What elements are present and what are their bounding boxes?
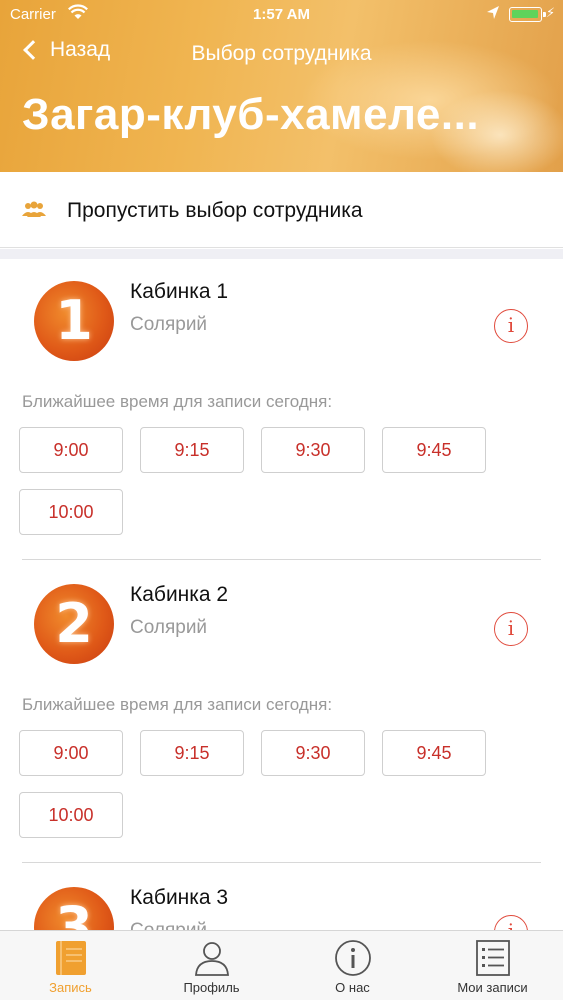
nearest-time-caption: Ближайшее время для записи сегодня: <box>22 695 333 714</box>
employee-name: Кабинка 1 <box>130 280 229 303</box>
time-slot-button[interactable]: 10:00 <box>19 792 123 838</box>
page-title: Загар-клуб-хамеле... <box>22 90 480 139</box>
tab-profile[interactable]: Профиль <box>141 931 282 1000</box>
time-slot-button[interactable]: 9:15 <box>140 427 244 473</box>
employee-role: Солярий <box>130 617 208 638</box>
time-slot-button[interactable]: 9:00 <box>19 730 123 776</box>
employee-name: Кабинка 3 <box>130 886 229 909</box>
clock: 1:57 AM <box>253 6 310 23</box>
skip-employee-label: Пропустить выбор сотрудника <box>67 199 363 222</box>
group-icon <box>22 200 46 220</box>
nav-bar: Назад Выбор сотрудника <box>0 38 563 74</box>
tab-my-bookings[interactable]: Мои записи <box>422 931 563 1000</box>
info-icon[interactable]: i <box>494 915 528 930</box>
nav-title: Выбор сотрудника <box>191 42 372 65</box>
tab-label: Мои записи <box>457 980 528 995</box>
book-icon <box>52 939 90 977</box>
info-icon <box>334 939 372 977</box>
status-bar: Carrier 1:57 AM ⚡ <box>0 0 563 30</box>
info-icon[interactable]: i <box>494 309 528 343</box>
section-gap <box>0 249 563 259</box>
tab-label: О нас <box>335 980 370 995</box>
divider <box>22 559 541 560</box>
tab-label: Профиль <box>183 980 240 995</box>
nearest-time-caption: Ближайшее время для записи сегодня: <box>22 392 333 411</box>
time-slot-button[interactable]: 9:30 <box>261 730 365 776</box>
location-icon <box>486 5 500 25</box>
tab-bar: Запись Профиль О нас Мои записи <box>0 930 563 1000</box>
cabin-number-badge: 1 <box>34 281 114 361</box>
person-icon <box>193 939 231 977</box>
time-slot-button[interactable]: 9:45 <box>382 730 486 776</box>
charging-icon: ⚡ <box>546 5 556 20</box>
time-slot-button[interactable]: 9:30 <box>261 427 365 473</box>
employee-card[interactable]: 3 Кабинка 3 Солярий i <box>0 865 563 930</box>
divider <box>22 862 541 863</box>
header: Carrier 1:57 AM ⚡ Назад Выбор сотрудника… <box>0 0 563 172</box>
employee-card[interactable]: 1 Кабинка 1 Солярий i Ближайшее время дл… <box>0 259 563 561</box>
employee-role: Солярий <box>130 314 208 335</box>
list-icon <box>474 939 512 977</box>
tab-booking[interactable]: Запись <box>0 931 141 1000</box>
employee-name: Кабинка 2 <box>130 583 229 606</box>
time-slot-button[interactable]: 9:15 <box>140 730 244 776</box>
time-slot-button[interactable]: 9:00 <box>19 427 123 473</box>
battery-icon <box>509 7 546 22</box>
time-slot-button[interactable]: 10:00 <box>19 489 123 535</box>
employee-role: Солярий <box>130 920 207 930</box>
tab-about[interactable]: О нас <box>282 931 423 1000</box>
cabin-number-badge: 3 <box>34 887 114 930</box>
skip-employee-row[interactable]: Пропустить выбор сотрудника <box>0 172 563 248</box>
time-slot-button[interactable]: 9:45 <box>382 427 486 473</box>
employee-card[interactable]: 2 Кабинка 2 Солярий i Ближайшее время дл… <box>0 562 563 864</box>
tab-label: Запись <box>49 980 92 995</box>
cabin-number-badge: 2 <box>34 584 114 664</box>
info-icon[interactable]: i <box>494 612 528 646</box>
